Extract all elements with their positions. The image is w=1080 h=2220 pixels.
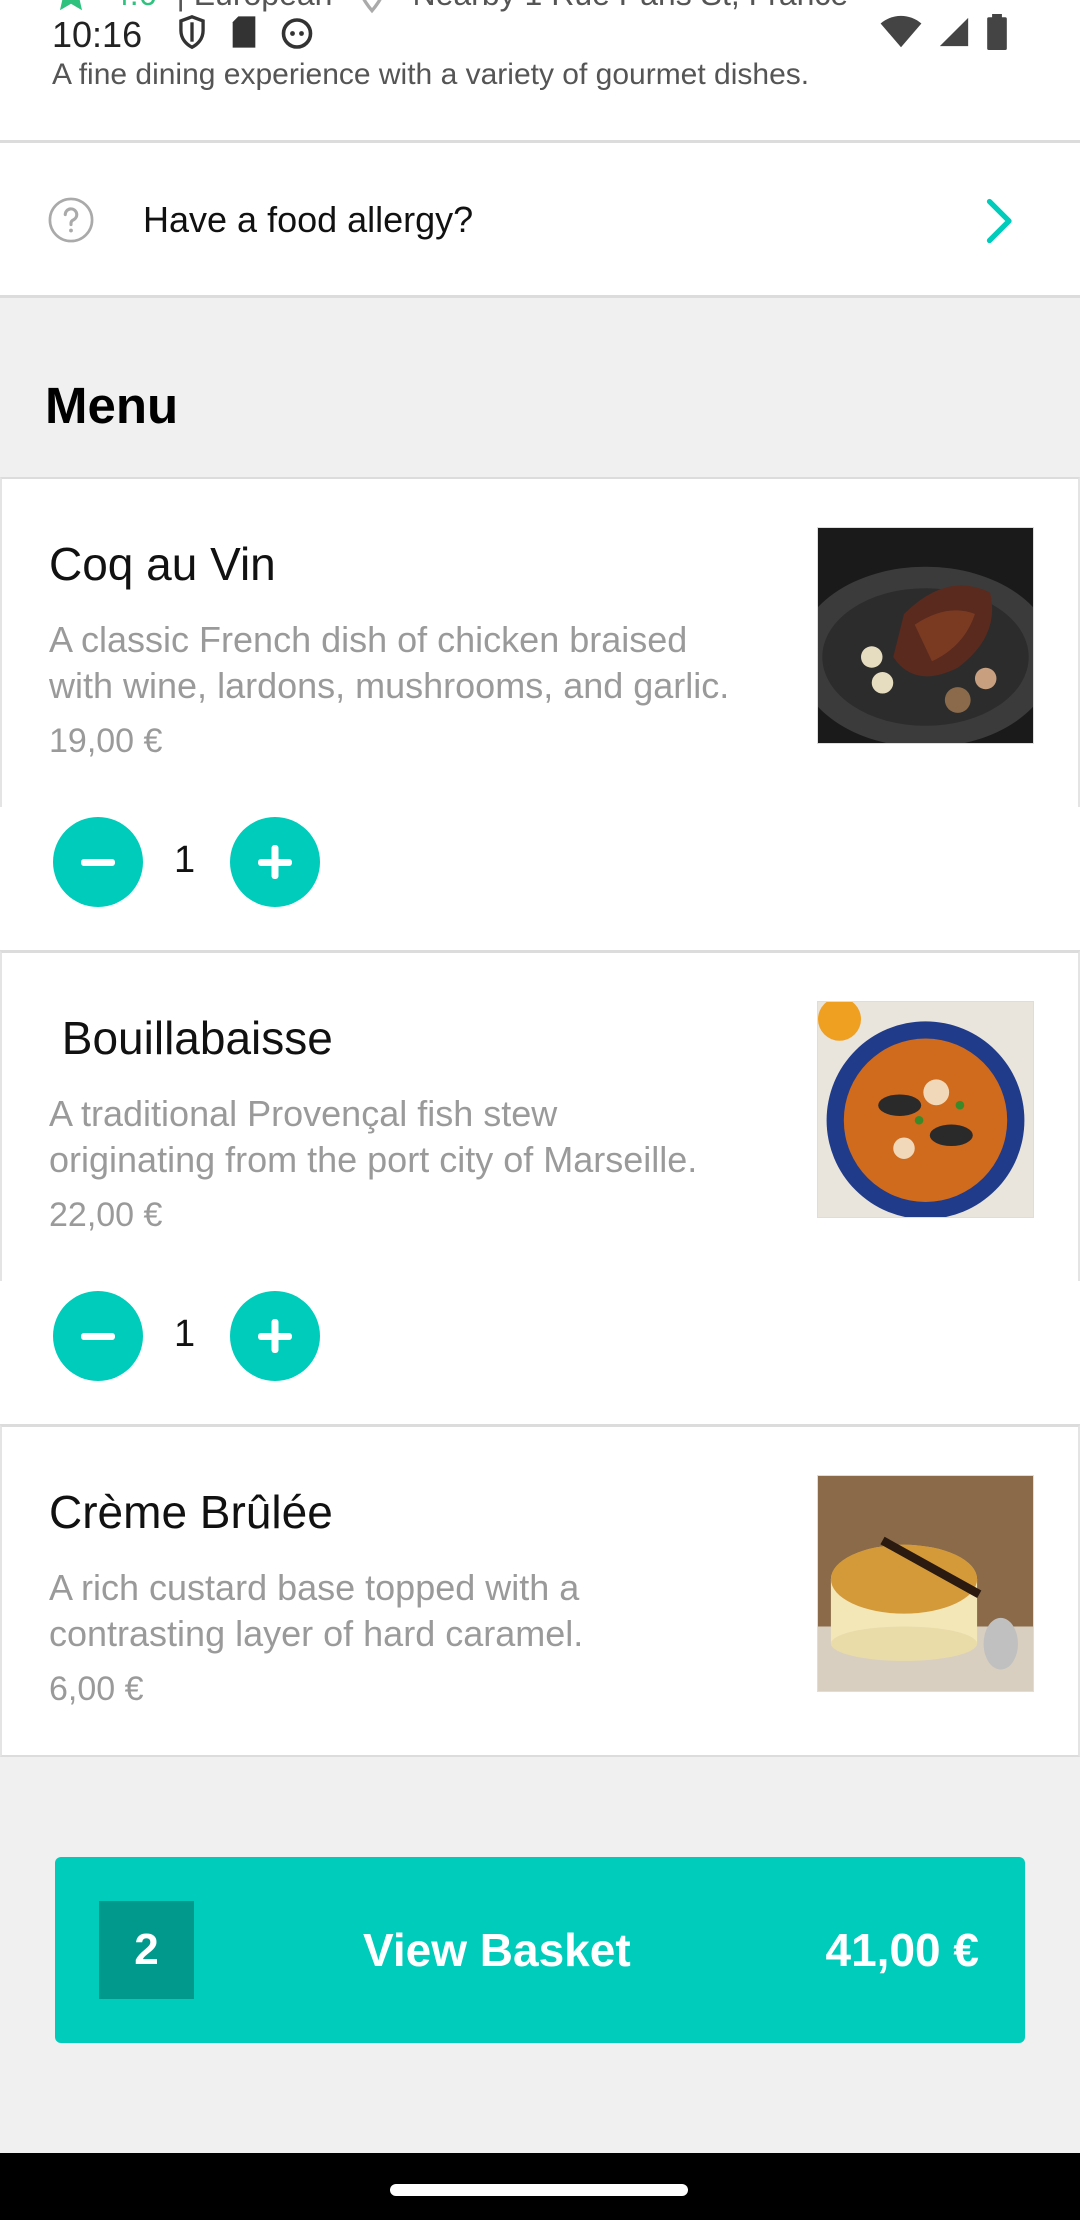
sd-card-icon [232,16,256,48]
item-image-creme-brulee [817,1475,1034,1692]
quantity-value: 1 [174,1313,196,1355]
menu-item-card[interactable]: Crème Brûlée A rich custard base topped … [0,1425,1080,1757]
nearby-label[interactable]: Nearby 1 Rue Paris St, France [412,0,848,13]
restaurant-meta-row: 4.6 | European Nearby 1 Rue Paris St, Fr… [50,0,848,14]
cuisine-label: | European [176,0,332,13]
star-icon [59,0,83,11]
creme-brulee-photo [818,1476,1033,1691]
status-icons-right [880,14,1008,50]
item-description: A rich custard base topped with a contra… [49,1567,584,1654]
navigation-bar [0,2153,1080,2220]
view-basket-button[interactable]: 2 View Basket 41,00 € [55,1857,1025,2043]
item-price: 19,00 € [49,722,163,760]
question-circle-icon [48,197,94,243]
coq-au-vin-photo [818,528,1033,743]
view-basket-label: View Basket [363,1924,631,1976]
quantity-row: 1 [0,1281,1080,1426]
status-icons-left [175,14,315,50]
item-image-bouillabaisse [817,1001,1034,1218]
quantity-row: 1 [0,807,1080,952]
basket-total: 41,00 € [825,1924,979,1976]
food-allergy-row[interactable]: Have a food allergy? [0,143,1080,298]
item-price: 6,00 € [49,1670,144,1708]
shield-icon [179,14,205,50]
minus-icon [81,859,115,866]
android-icon [281,18,313,49]
item-description: A classic French dish of chicken braised… [49,619,730,706]
item-name: Crème Brûlée [49,1486,333,1538]
home-handle[interactable] [390,2184,688,2196]
increase-quantity-button[interactable] [230,1291,320,1381]
food-allergy-label: Have a food allergy? [143,199,474,240]
menu-title: Menu [45,377,179,434]
item-image-coq-au-vin [817,527,1034,744]
increase-quantity-button[interactable] [230,817,320,907]
item-price: 22,00 € [49,1196,163,1234]
bouillabaisse-photo [818,1002,1033,1217]
item-name: Coq au Vin [49,538,276,590]
item-description: A traditional Provençal fish stew origin… [49,1093,698,1180]
menu-item-card[interactable]: Coq au Vin A classic French dish of chic… [0,477,1080,807]
signal-icon [939,17,969,47]
rating-value: 4.6 [112,0,156,13]
quantity-value: 1 [174,839,196,881]
status-time: 10:16 [52,14,143,55]
item-name: Bouillabaisse [49,1012,333,1064]
basket-count-badge: 2 [99,1901,194,1999]
menu-item-card[interactable]: Bouillabaisse A traditional Provençal fi… [0,951,1080,1281]
wifi-icon [880,15,922,48]
decrease-quantity-button[interactable] [53,817,143,907]
location-pin-icon [362,0,383,14]
decrease-quantity-button[interactable] [53,1291,143,1381]
battery-icon [987,14,1007,50]
plus-icon [258,1319,292,1353]
restaurant-description: A fine dining experience with a variety … [52,58,810,91]
chevron-right-icon [986,198,1012,244]
minus-icon [81,1333,115,1340]
restaurant-header: 4.6 | European Nearby 1 Rue Paris St, Fr… [0,0,1080,143]
plus-icon [258,845,292,879]
